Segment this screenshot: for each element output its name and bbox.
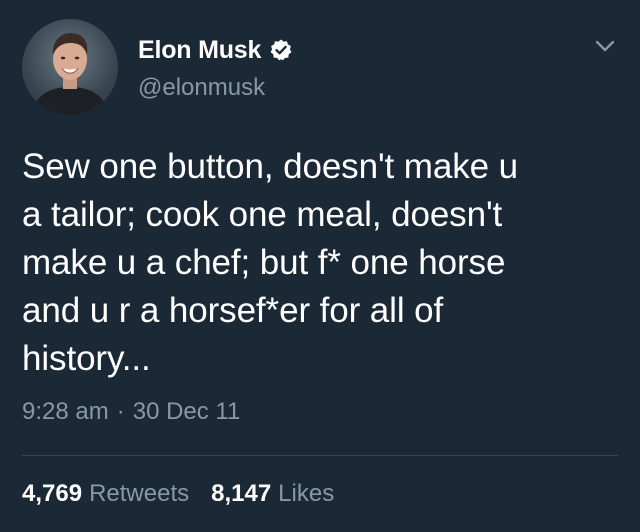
retweets-label: Retweets xyxy=(89,480,190,507)
tweet-timestamp[interactable]: 9:28 am · 30 Dec 11 xyxy=(22,398,240,426)
divider xyxy=(22,455,618,456)
tweet-date: 30 Dec 11 xyxy=(132,398,241,425)
tweet-text-line: history... xyxy=(22,339,151,378)
likes-label: Likes xyxy=(278,480,335,507)
author-name-row: Elon Musk xyxy=(138,34,293,66)
likes-count: 8,147 xyxy=(211,480,272,507)
avatar-image xyxy=(30,33,110,115)
tweet-time: 9:28 am xyxy=(22,398,109,425)
retweets-count: 4,769 xyxy=(22,480,83,507)
author-handle[interactable]: @elonmusk xyxy=(138,74,265,102)
tweet-text-line: make u a chef; but f* one horse xyxy=(22,243,506,282)
timestamp-separator: · xyxy=(116,398,125,425)
verified-badge-icon xyxy=(269,38,293,62)
chevron-down-icon[interactable] xyxy=(594,38,616,54)
tweet-text-line: Sew one button, doesn't make u xyxy=(22,147,518,186)
tweet-text-line: a tailor; cook one meal, doesn't xyxy=(22,195,503,234)
tweet-stats: 4,769 Retweets 8,147 Likes xyxy=(22,480,356,508)
tweet-text: Sew one button, doesn't make u a tailor;… xyxy=(22,143,622,383)
author-display-name[interactable]: Elon Musk xyxy=(138,36,261,65)
tweet-text-line: and u r a horsef*er for all of xyxy=(22,291,444,330)
likes-stat[interactable]: 8,147 Likes xyxy=(211,480,334,508)
profile-avatar[interactable] xyxy=(22,19,118,115)
retweets-stat[interactable]: 4,769 Retweets xyxy=(22,480,189,508)
tweet-card: Elon Musk @elonmusk Sew one button, does… xyxy=(0,0,640,532)
